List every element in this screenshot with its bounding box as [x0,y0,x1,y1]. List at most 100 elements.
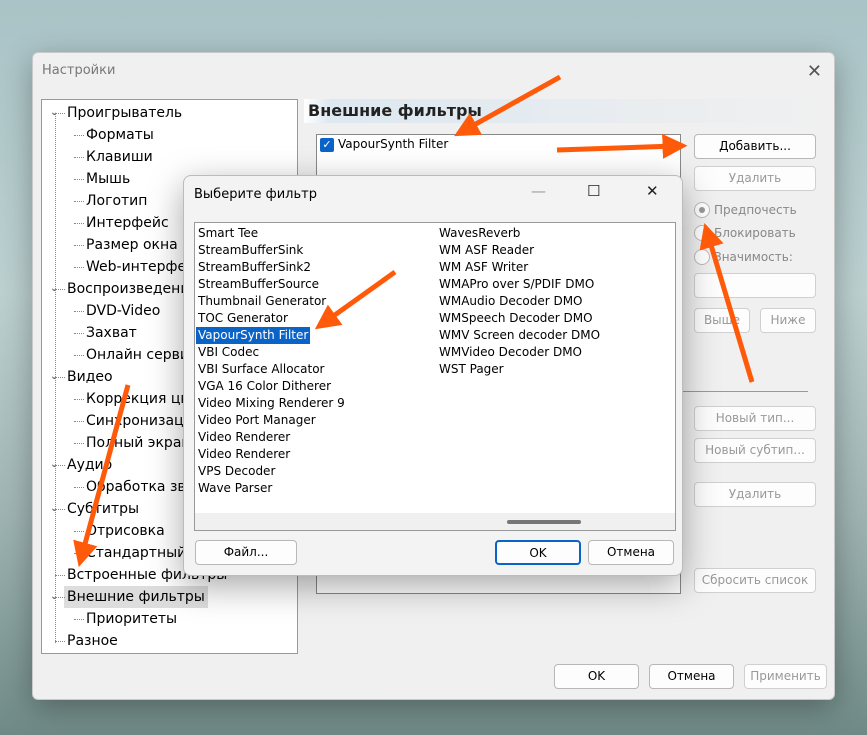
tree-item[interactable]: Интерфейс [86,212,169,234]
filter-list[interactable]: Smart Tee StreamBufferSink StreamBufferSin… [194,222,676,531]
tree-connector [74,619,84,620]
tree-connector [55,465,65,466]
filter-list-item[interactable]: Thumbnail Generator [196,293,328,310]
divider [681,391,808,392]
tree-connector [74,333,84,334]
filter-list-item[interactable]: WMAudio Decoder DMO [437,293,585,310]
filter-list-item[interactable]: Smart Tee [196,225,260,242]
tree-item[interactable]: Размер окна [86,234,178,256]
filter-list-item[interactable]: Video Mixing Renderer 9 [196,395,347,412]
filter-list-item[interactable]: StreamBufferSink2 [196,259,313,276]
tree-connector [74,355,84,356]
tree-connector [74,135,84,136]
window-title: Настройки [42,63,116,78]
cancel-button[interactable]: Отмена [649,664,734,689]
tree-item[interactable]: Внешние фильтры [64,586,208,608]
filter-list-item[interactable]: WST Pager [437,361,506,378]
filter-list-item[interactable]: VPS Decoder [196,463,277,480]
down-button[interactable]: Ниже [760,308,816,333]
tree-item[interactable]: Проигрыватель [67,102,182,124]
filter-list-item[interactable]: Video Port Manager [196,412,318,429]
tree-connector [74,421,84,422]
maximize-icon[interactable]: ☐ [587,182,600,200]
tree-connector [74,223,84,224]
filter-list-item[interactable]: StreamBufferSource [196,276,321,293]
ok-button[interactable]: OK [554,664,639,689]
filter-list-item[interactable]: WavesReverb [437,225,522,242]
checkbox-icon[interactable]: ✓ [320,138,334,152]
tree-connector [74,157,84,158]
filter-list-item[interactable]: WMAPro over S/PDIF DMO [437,276,596,293]
tree-connector [74,487,84,488]
add-button[interactable]: Добавить... [694,134,816,159]
tree-connector [55,575,65,576]
tree-item[interactable]: Видео [67,366,113,388]
tree-connector [74,399,84,400]
tree-item[interactable]: Полный экран [86,432,191,454]
list-item[interactable]: ✓ VapourSynth Filter [317,135,680,155]
tree-connector [74,201,84,202]
tree-item[interactable]: Клавиши [86,146,153,168]
filter-list-item[interactable]: WMSpeech Decoder DMO [437,310,595,327]
tree-connector [55,113,65,114]
tree-item[interactable]: Аудио [67,454,112,476]
block-radio[interactable]: Блокировать [694,225,796,241]
tree-item[interactable]: Форматы [86,124,154,146]
filter-list-item[interactable]: Video Renderer [196,429,292,446]
reset-list-button[interactable]: Сбросить список [694,568,816,593]
minimize-icon[interactable]: — [531,182,546,200]
merit-input[interactable] [694,273,816,298]
filter-list-item[interactable]: WMV Screen decoder DMO [437,327,602,344]
tree-item[interactable]: Воспроизведение [67,278,198,300]
file-button[interactable]: Файл... [195,540,297,565]
dialog-title: Выберите фильтр [194,187,317,202]
up-button[interactable]: Выше [694,308,750,333]
tree-item[interactable]: Отрисовка [86,520,165,542]
tree-connector [74,531,84,532]
select-filter-dialog: Выберите фильтр — ☐ ✕ Smart Tee StreamBuf… [183,175,683,576]
filter-list-item[interactable]: VBI Codec [196,344,261,361]
tree-item[interactable]: DVD-Video [86,300,160,322]
tree-connector [74,443,84,444]
tree-connector [55,377,65,378]
tree-item[interactable]: Мышь [86,168,130,190]
tree-connector [55,509,65,510]
cancel-button[interactable]: Отмена [588,540,674,565]
new-subtype-button[interactable]: Новый субтип... [694,438,816,463]
filter-list-item[interactable]: StreamBufferSink [196,242,305,259]
tree-connector [74,179,84,180]
remove-type-button[interactable]: Удалить [694,482,816,507]
filter-list-item[interactable]: VBI Surface Allocator [196,361,326,378]
tree-item[interactable]: Разное [67,630,118,652]
merit-radio[interactable]: Значимость: [694,249,793,265]
filter-list-item[interactable]: Video Renderer [196,446,292,463]
prefer-radio[interactable]: Предпочесть [694,202,797,218]
filter-list-item[interactable]: WM ASF Reader [437,242,536,259]
tree-item[interactable]: Приоритеты [86,608,177,630]
tree-connector [74,267,84,268]
tree-item[interactable]: Субтитры [67,498,139,520]
tree-connector [74,245,84,246]
ok-button[interactable]: OK [495,540,581,565]
page-title: Внешние фильтры [304,99,827,123]
remove-button[interactable]: Удалить [694,166,816,191]
filter-list-item[interactable]: WM ASF Writer [437,259,530,276]
filter-list-item[interactable]: TOC Generator [196,310,290,327]
tree-connector [55,597,65,598]
apply-button[interactable]: Применить [744,664,827,689]
filter-list-item[interactable]: VGA 16 Color Ditherer [196,378,333,395]
horizontal-scrollbar[interactable] [195,513,675,530]
tree-item[interactable]: Захват [86,322,137,344]
close-icon[interactable]: ✕ [646,182,659,200]
filter-list-item[interactable]: WMVideo Decoder DMO [437,344,584,361]
new-type-button[interactable]: Новый тип... [694,406,816,431]
filter-list-item[interactable]: Wave Parser [196,480,274,497]
tree-item[interactable]: Логотип [86,190,147,212]
tree-line [55,113,56,643]
close-icon[interactable]: ✕ [807,61,822,82]
scrollbar-thumb[interactable] [507,520,581,524]
filter-name: VapourSynth Filter [338,137,449,151]
tree-connector [74,553,84,554]
tree-connector [55,289,65,290]
filter-list-item[interactable]: VapourSynth Filter [196,327,311,344]
